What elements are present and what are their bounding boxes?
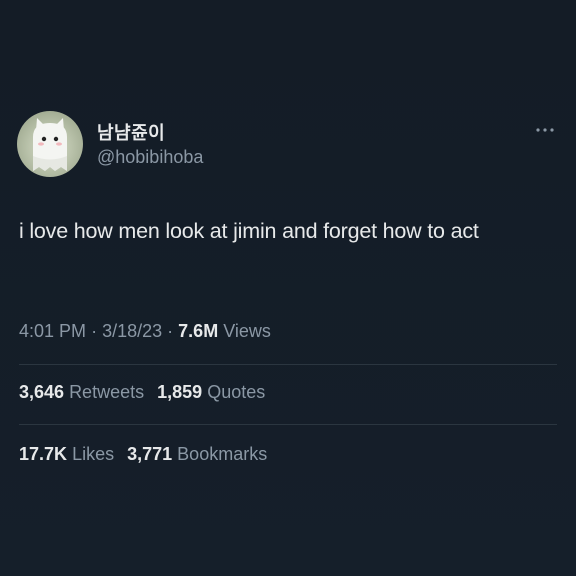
author-avatar[interactable] bbox=[17, 111, 83, 177]
retweets-label: Retweets bbox=[69, 382, 145, 402]
tweet-detail-view: 남냠쥰이 @hobibihoba i love how men look at … bbox=[0, 0, 576, 576]
views-count: 7.6M bbox=[178, 321, 219, 341]
ghost-avatar-icon bbox=[33, 118, 67, 171]
engagement-stats-row: 17.7K Likes 3,771 Bookmarks bbox=[19, 444, 275, 465]
retweets-stat[interactable]: 3,646 Retweets bbox=[19, 382, 144, 402]
tweet-text: i love how men look at jimin and forget … bbox=[19, 219, 479, 243]
divider bbox=[19, 364, 557, 365]
author-display-name[interactable]: 남냠쥰이 bbox=[97, 119, 165, 145]
likes-label: Likes bbox=[72, 444, 115, 464]
more-horizontal-icon bbox=[536, 128, 554, 132]
meta-separator: · bbox=[167, 321, 174, 341]
bookmarks-label: Bookmarks bbox=[177, 444, 268, 464]
likes-stat[interactable]: 17.7K Likes bbox=[19, 444, 114, 464]
bookmarks-count: 3,771 bbox=[127, 444, 173, 464]
meta-separator: · bbox=[91, 321, 98, 341]
tweet-time[interactable]: 4:01 PM bbox=[19, 321, 86, 341]
quotes-count: 1,859 bbox=[157, 382, 203, 402]
likes-count: 17.7K bbox=[19, 444, 68, 464]
retweets-count: 3,646 bbox=[19, 382, 65, 402]
tweet-meta: 4:01 PM · 3/18/23 · 7.6M Views bbox=[19, 321, 271, 342]
views-label: Views bbox=[223, 321, 271, 341]
tweet-date[interactable]: 3/18/23 bbox=[102, 321, 162, 341]
author-handle[interactable]: @hobibihoba bbox=[97, 147, 203, 168]
quotes-label: Quotes bbox=[207, 382, 266, 402]
engagement-stats-row: 3,646 Retweets 1,859 Quotes bbox=[19, 382, 273, 403]
bookmarks-stat[interactable]: 3,771 Bookmarks bbox=[127, 444, 267, 464]
more-options-button[interactable] bbox=[530, 120, 560, 140]
quotes-stat[interactable]: 1,859 Quotes bbox=[157, 382, 265, 402]
divider bbox=[19, 424, 557, 425]
